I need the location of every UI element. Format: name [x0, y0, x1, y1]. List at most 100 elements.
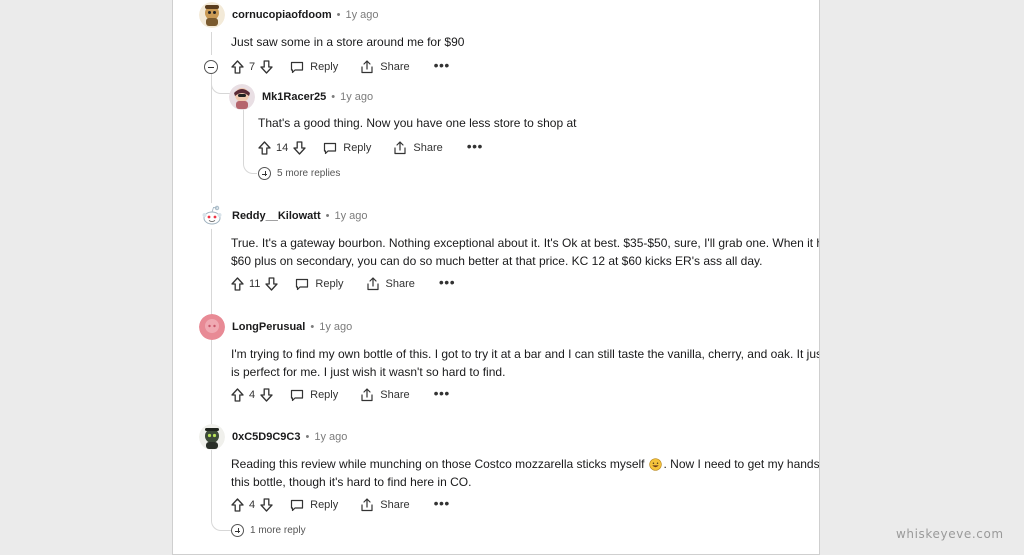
reply-button[interactable]: Reply — [290, 61, 338, 74]
downvote-arrow-icon — [260, 388, 273, 402]
reply-button[interactable]: Reply — [290, 499, 338, 512]
comment-bubble-icon — [291, 389, 304, 401]
comment-body: That's a good thing. Now you have one le… — [258, 115, 577, 133]
more-options-button[interactable]: ••• — [467, 139, 483, 155]
plus-circle-icon — [231, 524, 244, 537]
more-replies-label: 1 more reply — [250, 525, 306, 536]
comment-body-line: That's a good thing. Now you have one le… — [258, 116, 577, 130]
pink-default-avatar-icon[interactable] — [199, 314, 225, 340]
snoo-avatar-icon[interactable] — [199, 424, 225, 450]
upvote-button[interactable] — [231, 60, 244, 74]
upvote-arrow-icon — [258, 141, 271, 155]
downvote-arrow-icon — [293, 141, 306, 155]
downvote-button[interactable] — [260, 388, 273, 402]
reply-label: Reply — [310, 499, 339, 511]
comment-username[interactable]: LongPerusual — [232, 321, 305, 333]
downvote-button[interactable] — [293, 141, 306, 155]
reply-button[interactable]: Reply — [323, 142, 371, 155]
downvote-button[interactable] — [260, 60, 273, 74]
comment-bubble-icon — [296, 278, 309, 290]
vote-count: 11 — [249, 278, 261, 290]
comment-body: True. It's a gateway bourbon. Nothing ex… — [231, 235, 820, 270]
share-button[interactable]: Share — [360, 388, 410, 402]
upvote-arrow-icon — [231, 60, 244, 74]
reply-label: Reply — [310, 389, 339, 401]
grinning-face-emoji — [648, 458, 662, 471]
comment-body-line: Reading this review while munching on th… — [231, 456, 820, 474]
comment-body: Just saw some in a store around me for $… — [231, 34, 464, 52]
comment-username[interactable]: 0xC5D9C9C3 — [232, 431, 300, 443]
reply-label: Reply — [343, 142, 372, 154]
share-button[interactable]: Share — [366, 277, 415, 291]
share-label: Share — [413, 142, 443, 154]
comment-body-line: this bottle, though it's hard to find he… — [231, 474, 472, 489]
vote-count: 4 — [249, 389, 256, 401]
share-icon — [361, 60, 373, 74]
comment-thread-panel: cornucopiaofdoom • 1y ago Just saw some … — [172, 0, 820, 555]
more-replies-link[interactable]: 1 more reply — [231, 524, 306, 537]
comment-timestamp[interactable]: 1y ago — [319, 321, 352, 333]
comment-timestamp[interactable]: 1y ago — [345, 9, 378, 21]
comment-header: 0xC5D9C9C3 • 1y ago — [199, 424, 347, 450]
comment-username[interactable]: Mk1Racer25 — [262, 91, 326, 103]
site-watermark: whiskeyeve.com — [896, 527, 1004, 541]
separator-dot: • — [331, 91, 336, 103]
comment-body-line: Just saw some in a store around me for $… — [231, 35, 465, 49]
thread-line — [211, 32, 212, 55]
upvote-arrow-icon — [231, 498, 244, 512]
snoo-avatar-icon[interactable] — [229, 84, 255, 110]
snoo-default-icon[interactable] — [199, 203, 225, 229]
share-button[interactable]: Share — [360, 498, 410, 512]
comment-header: cornucopiaofdoom • 1y ago — [199, 2, 379, 28]
reply-button[interactable]: Reply — [290, 389, 338, 402]
comment-timestamp[interactable]: 1y ago — [340, 91, 373, 103]
comment-actions: 14 Reply Share ••• — [258, 137, 483, 159]
comment-timestamp[interactable]: 1y ago — [335, 210, 368, 222]
comment-actions: 4 Reply Share ••• — [231, 494, 450, 516]
upvote-arrow-icon — [231, 388, 244, 402]
vote-count: 14 — [276, 142, 289, 154]
upvote-button[interactable] — [231, 498, 244, 512]
share-icon — [394, 141, 406, 155]
reply-button[interactable]: Reply — [295, 278, 344, 291]
comment-body-text: . Now I need to get my hands on — [663, 457, 820, 471]
share-label: Share — [380, 389, 410, 401]
comment-bubble-icon — [291, 61, 304, 73]
downvote-arrow-icon — [260, 498, 273, 512]
comment-body-line: True. It's a gateway bourbon. Nothing ex… — [231, 236, 820, 250]
comment-header: Mk1Racer25 • 1y ago — [229, 84, 373, 110]
more-replies-label: 5 more replies — [277, 168, 341, 179]
upvote-button[interactable] — [231, 388, 244, 402]
separator-dot: • — [325, 210, 330, 222]
share-icon — [361, 498, 373, 512]
more-options-button[interactable]: ••• — [434, 58, 450, 74]
more-options-button[interactable]: ••• — [434, 386, 450, 402]
comment-username[interactable]: cornucopiaofdoom — [232, 9, 332, 21]
more-options-button[interactable]: ••• — [439, 275, 455, 291]
upvote-button[interactable] — [258, 141, 271, 155]
separator-dot: • — [305, 431, 310, 443]
thread-connector — [243, 150, 257, 174]
collapse-thread-button[interactable] — [204, 60, 218, 74]
separator-dot: • — [310, 321, 315, 333]
vote-count: 7 — [249, 61, 256, 73]
upvote-button[interactable] — [231, 277, 244, 291]
downvote-arrow-icon — [260, 60, 273, 74]
share-label: Share — [380, 499, 410, 511]
comment-actions: 7 Reply Share ••• — [231, 56, 450, 78]
share-button[interactable]: Share — [360, 60, 410, 74]
comment-username[interactable]: Reddy__Kilowatt — [232, 210, 321, 222]
downvote-button[interactable] — [265, 277, 279, 291]
more-replies-link[interactable]: 5 more replies — [258, 167, 340, 180]
snoo-avatar-icon[interactable] — [199, 2, 225, 28]
comment-actions: 4 Reply Share ••• — [231, 384, 450, 406]
comment-bubble-icon — [324, 142, 337, 154]
share-button[interactable]: Share — [393, 141, 443, 155]
comment-timestamp[interactable]: 1y ago — [314, 431, 347, 443]
downvote-button[interactable] — [260, 498, 273, 512]
more-options-button[interactable]: ••• — [434, 496, 450, 512]
comment-body: I'm trying to find my own bottle of this… — [231, 346, 819, 381]
reply-label: Reply — [310, 61, 339, 73]
share-label: Share — [385, 278, 415, 290]
comment-actions: 11 Reply Share ••• — [231, 273, 455, 295]
